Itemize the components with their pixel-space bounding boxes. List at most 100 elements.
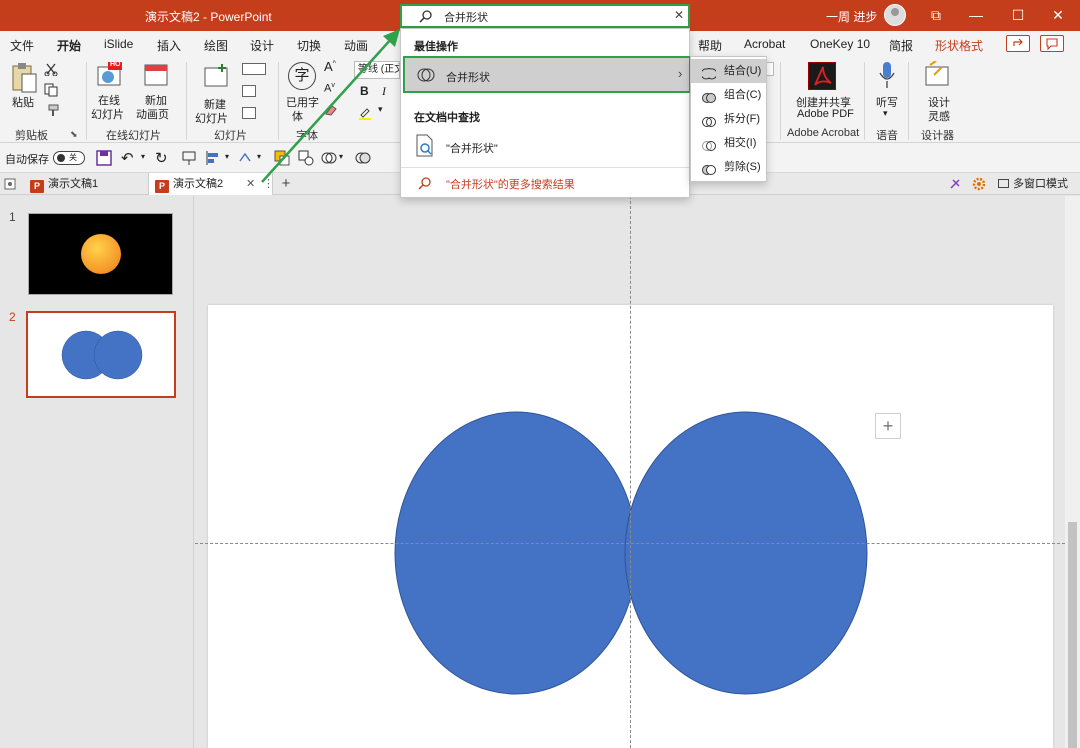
merge-shapes-action[interactable]: 合并形状 ›	[403, 56, 691, 93]
highlight-icon[interactable]	[358, 106, 372, 120]
chevron-right-icon: ›	[678, 66, 683, 81]
close-button[interactable]: ✕	[1038, 0, 1078, 31]
search-box[interactable]: 合并形状 ✕	[400, 4, 690, 28]
rotate-dropdown-icon[interactable]: ▾	[257, 152, 261, 161]
tab-acrobat[interactable]: Acrobat	[744, 37, 785, 51]
increase-font-icon[interactable]: A^	[324, 59, 336, 74]
avatar[interactable]	[884, 4, 906, 26]
used-fonts-label-2[interactable]: 体	[292, 108, 303, 124]
from-beginning-icon[interactable]	[182, 150, 196, 166]
used-fonts-icon[interactable]: 字	[288, 62, 316, 90]
intersect-menu-item[interactable]: 相交(I)	[691, 131, 766, 155]
doc-tabs-menu-icon[interactable]	[4, 177, 18, 191]
subtract-icon	[702, 161, 716, 175]
cut-icon[interactable]	[44, 62, 58, 77]
more-results-link[interactable]: "合并形状"的更多搜索结果	[401, 171, 689, 195]
settings-gear-icon[interactable]	[972, 177, 986, 191]
slide-thumbnail-2[interactable]	[26, 311, 176, 398]
tab-file[interactable]: 文件	[10, 37, 34, 54]
merge-dropdown-icon[interactable]: ▾	[339, 152, 343, 161]
undo-dropdown-icon[interactable]: ▾	[141, 152, 145, 161]
subtract-menu-item[interactable]: 剪除(S)	[691, 155, 766, 179]
doc-tab-2[interactable]: P 演示文稿2 ✕ ⋮	[148, 173, 274, 195]
redo-icon[interactable]: ↻	[155, 149, 168, 167]
tab-islide[interactable]: iSlide	[104, 37, 133, 51]
find-in-document-item[interactable]: "合并形状"	[401, 129, 689, 163]
slide-thumbnail-1[interactable]	[28, 213, 173, 295]
acrobat-create-label-2[interactable]: Adobe PDF	[797, 108, 854, 120]
tab-draw[interactable]: 绘图	[204, 37, 228, 54]
new-slide-label-2[interactable]: 幻灯片	[195, 110, 228, 126]
tab-home[interactable]: 开始	[57, 37, 82, 59]
reset-icon[interactable]	[242, 85, 256, 97]
share-button[interactable]	[1006, 35, 1030, 52]
doc-tab-1[interactable]: P 演示文稿1	[24, 173, 148, 195]
highlight-dropdown-icon[interactable]: ▾	[378, 104, 383, 115]
user-name[interactable]: 一周 进步	[826, 8, 877, 25]
combine-menu-item[interactable]: 组合(C)	[691, 83, 766, 107]
italic-button[interactable]: I	[382, 84, 386, 99]
search-input[interactable]: 合并形状	[444, 9, 488, 25]
tab-more-icon[interactable]: ⋮	[263, 173, 274, 195]
voice-group-label: 语音	[876, 130, 898, 142]
union-icon	[700, 65, 718, 80]
clipboard-launcher-icon[interactable]: ⬊	[70, 129, 78, 140]
autosave-label: 自动保存	[5, 154, 49, 166]
copy-icon[interactable]	[44, 83, 60, 97]
acrobat-pdf-icon[interactable]	[808, 62, 836, 90]
align-icon[interactable]	[205, 150, 221, 166]
layout-icon[interactable]	[242, 63, 266, 75]
tab-shape-format[interactable]: 形状格式	[935, 37, 983, 54]
tab-help[interactable]: 帮助	[698, 37, 722, 54]
align-dropdown-icon[interactable]: ▾	[225, 152, 229, 161]
tab-transitions[interactable]: 切换	[297, 37, 321, 54]
comments-button[interactable]	[1040, 35, 1064, 52]
new-animation-icon[interactable]	[142, 61, 170, 89]
clear-search-icon[interactable]: ✕	[674, 8, 684, 22]
design-ideas-label-2[interactable]: 灵感	[928, 108, 950, 124]
add-tab-button[interactable]: +	[279, 173, 293, 195]
tab-briefing[interactable]: 简报	[889, 37, 913, 54]
clear-format-icon[interactable]	[324, 104, 338, 116]
designer-icon[interactable]	[924, 60, 952, 89]
pin-icon[interactable]	[948, 177, 962, 191]
microphone-icon[interactable]	[879, 61, 895, 89]
bold-button[interactable]: B	[360, 84, 369, 98]
union-menu-item[interactable]: 结合(U)	[691, 59, 766, 83]
multi-window-mode[interactable]: 多窗口模式	[998, 173, 1068, 195]
new-slide-icon[interactable]	[202, 62, 230, 90]
combine-icon	[702, 89, 716, 103]
vertical-scrollbar[interactable]	[1065, 196, 1080, 748]
right-circle-shape[interactable]	[624, 411, 868, 695]
rotate-icon[interactable]	[237, 150, 253, 166]
merge-shapes-icon[interactable]	[321, 150, 337, 166]
format-painter-icon[interactable]	[44, 104, 60, 118]
online-slides-label-2[interactable]: 幻灯片	[91, 106, 124, 122]
tab-design[interactable]: 设计	[250, 37, 274, 54]
shape-fill-icon[interactable]	[274, 150, 290, 166]
autosave-toggle[interactable]: 关	[53, 151, 85, 165]
section-icon[interactable]	[242, 107, 256, 119]
fragment-menu-item[interactable]: 拆分(F)	[691, 107, 766, 131]
paste-button[interactable]: 粘贴	[12, 94, 34, 110]
minimize-button[interactable]: —	[956, 0, 996, 31]
left-circle-shape[interactable]	[394, 411, 638, 695]
tab-insert[interactable]: 插入	[157, 37, 181, 54]
font-name-field[interactable]: 等线 (正文	[354, 61, 400, 79]
close-tab-icon[interactable]: ✕	[246, 173, 255, 195]
dictate-dropdown-icon[interactable]: ▾	[883, 108, 888, 119]
tab-onekey[interactable]: OneKey 10	[810, 37, 870, 51]
intersect-icon[interactable]	[355, 150, 371, 166]
tab-animations[interactable]: 动画	[344, 37, 368, 54]
new-animation-label-2[interactable]: 动画页	[136, 106, 169, 122]
paste-icon[interactable]	[10, 62, 38, 94]
maximize-button[interactable]: ☐	[998, 0, 1038, 31]
save-icon[interactable]	[96, 150, 112, 166]
decrease-font-icon[interactable]: Av	[324, 82, 335, 95]
merge-shapes-label: 合并形状	[446, 72, 490, 84]
group-shapes-icon[interactable]	[298, 150, 314, 166]
ribbon-display-button[interactable]: ⧉	[916, 0, 956, 31]
undo-icon[interactable]: ↶	[121, 149, 134, 167]
add-icon[interactable]: +	[875, 413, 901, 439]
search-icon	[419, 9, 433, 23]
